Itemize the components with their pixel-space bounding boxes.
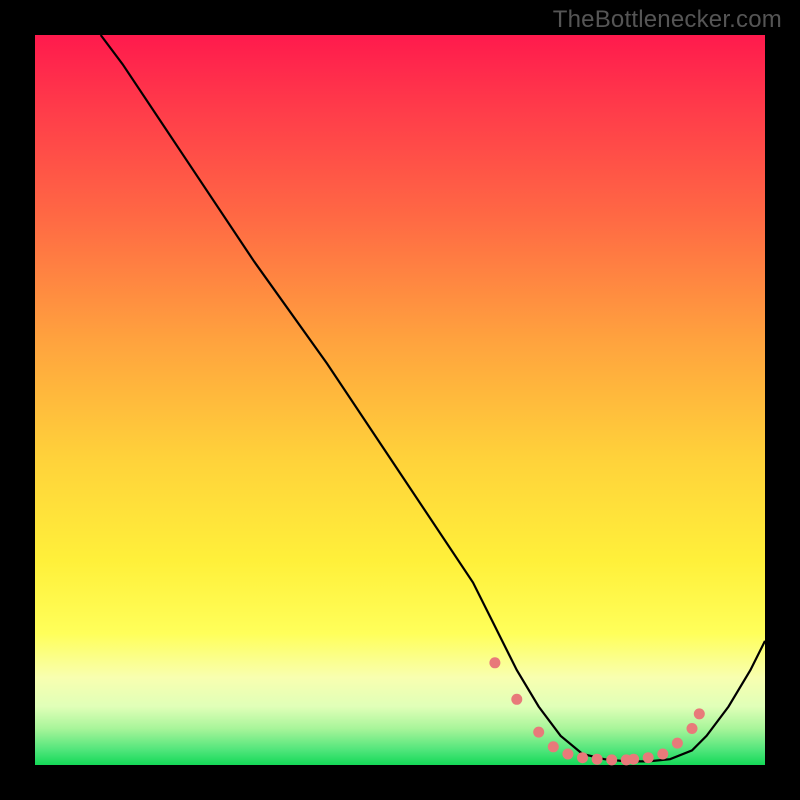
chart-curve-line [101, 35, 765, 761]
chart-area [35, 35, 765, 765]
chart-marker-dot [489, 657, 500, 668]
chart-marker-dot [672, 738, 683, 749]
chart-marker-dot [694, 708, 705, 719]
chart-marker-dot [606, 754, 617, 765]
chart-marker-dot [592, 754, 603, 765]
chart-marker-group [489, 657, 704, 765]
chart-marker-dot [687, 723, 698, 734]
chart-marker-dot [577, 752, 588, 763]
watermark-text: TheBottlenecker.com [553, 6, 782, 34]
chart-marker-dot [643, 752, 654, 763]
chart-marker-dot [628, 754, 639, 765]
chart-marker-dot [657, 749, 668, 760]
chart-marker-dot [533, 727, 544, 738]
chart-marker-dot [548, 741, 559, 752]
chart-marker-dot [511, 694, 522, 705]
chart-marker-dot [562, 749, 573, 760]
chart-svg [35, 35, 765, 765]
